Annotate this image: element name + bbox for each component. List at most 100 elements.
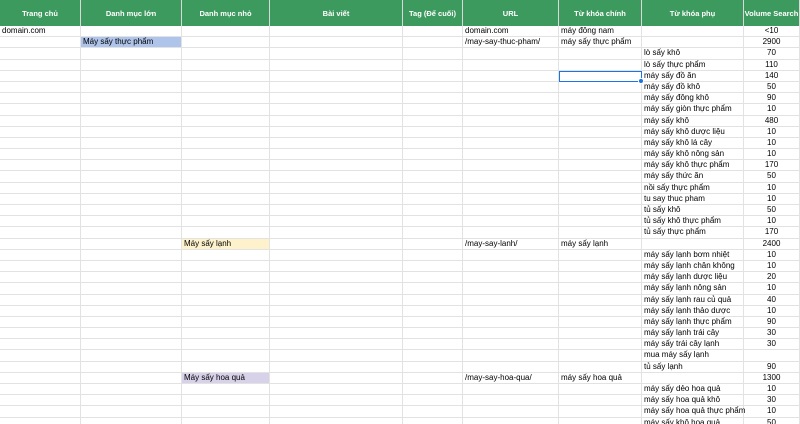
- cell-volume[interactable]: 30: [744, 339, 800, 351]
- cell-danh-muc-nho[interactable]: [182, 350, 270, 362]
- header-bai-viet[interactable]: Bài viết: [270, 0, 403, 26]
- cell-danh-muc-nho[interactable]: [182, 294, 270, 306]
- cell-volume[interactable]: 30: [744, 395, 800, 407]
- cell-bai-viet[interactable]: [270, 316, 403, 329]
- cell-danh-muc-lon[interactable]: [81, 26, 182, 38]
- cell-danh-muc-nho[interactable]: Máy sấy hoa quả: [182, 372, 270, 384]
- cell-danh-muc-nho[interactable]: [182, 305, 270, 317]
- cell-url[interactable]: [463, 171, 559, 183]
- cell-trang-chu[interactable]: [0, 372, 81, 384]
- cell-tu-khoa-chinh[interactable]: [559, 193, 642, 205]
- cell-url[interactable]: [463, 59, 559, 71]
- cell-volume[interactable]: 90: [744, 93, 800, 105]
- cell-danh-muc-lon[interactable]: [81, 93, 182, 105]
- cell-volume[interactable]: 10: [744, 104, 800, 116]
- cell-tu-khoa-phu[interactable]: [642, 238, 744, 250]
- cell-danh-muc-nho[interactable]: [182, 70, 270, 82]
- cell-volume[interactable]: 50: [744, 171, 800, 183]
- cell-danh-muc-lon[interactable]: [81, 104, 182, 116]
- cell-tu-khoa-phu[interactable]: máy sấy thức ăn: [642, 171, 744, 183]
- cell-bai-viet[interactable]: [270, 205, 403, 217]
- cell-volume[interactable]: 10: [744, 384, 800, 396]
- cell-tu-khoa-phu[interactable]: [642, 26, 744, 38]
- cell-volume[interactable]: 10: [744, 216, 800, 228]
- header-trang-chu[interactable]: Trang chủ: [0, 0, 81, 26]
- cell-url[interactable]: [463, 249, 559, 261]
- cell-danh-muc-nho[interactable]: [182, 316, 270, 329]
- cell-tu-khoa-phu[interactable]: tu say thuc pham: [642, 193, 744, 205]
- header-url[interactable]: URL: [463, 0, 559, 26]
- cell-bai-viet[interactable]: [270, 395, 403, 407]
- header-volume-search[interactable]: Volume Search: [744, 0, 800, 26]
- cell-tu-khoa-chinh[interactable]: [559, 216, 642, 228]
- cell-tu-khoa-phu[interactable]: máy sấy lạnh chân không: [642, 260, 744, 273]
- cell-danh-muc-nho[interactable]: [182, 395, 270, 407]
- cell-tag[interactable]: [403, 350, 463, 362]
- cell-bai-viet[interactable]: [270, 249, 403, 261]
- cell-trang-chu[interactable]: [0, 205, 81, 217]
- cell-danh-muc-lon[interactable]: [81, 328, 182, 340]
- cell-bai-viet[interactable]: [270, 149, 403, 161]
- cell-tu-khoa-chinh[interactable]: [559, 384, 642, 396]
- cell-tu-khoa-phu[interactable]: máy sấy đồ ăn: [642, 70, 744, 82]
- cell-tu-khoa-phu[interactable]: máy sấy lạnh nông sản: [642, 283, 744, 295]
- cell-bai-viet[interactable]: [270, 115, 403, 127]
- cell-trang-chu[interactable]: [0, 350, 81, 362]
- cell-volume[interactable]: 10: [744, 149, 800, 161]
- cell-tu-khoa-chinh[interactable]: [559, 59, 642, 71]
- cell-tag[interactable]: [403, 339, 463, 351]
- cell-tag[interactable]: [403, 372, 463, 384]
- cell-url[interactable]: [463, 283, 559, 295]
- cell-bai-viet[interactable]: [270, 171, 403, 183]
- cell-tu-khoa-chinh[interactable]: [559, 305, 642, 317]
- cell-tag[interactable]: [403, 294, 463, 306]
- cell-tu-khoa-chinh[interactable]: [559, 93, 642, 105]
- cell-danh-muc-nho[interactable]: [182, 260, 270, 273]
- cell-trang-chu[interactable]: [0, 216, 81, 228]
- cell-tu-khoa-chinh[interactable]: [559, 149, 642, 161]
- cell-trang-chu[interactable]: [0, 406, 81, 418]
- cell-tu-khoa-chinh[interactable]: [559, 316, 642, 329]
- cell-volume[interactable]: 2900: [744, 37, 800, 49]
- cell-url[interactable]: [463, 227, 559, 239]
- cell-trang-chu[interactable]: domain.com: [0, 26, 81, 38]
- cell-bai-viet[interactable]: [270, 216, 403, 228]
- cell-danh-muc-lon[interactable]: [81, 316, 182, 329]
- cell-tu-khoa-chinh[interactable]: [559, 328, 642, 340]
- cell-trang-chu[interactable]: [0, 249, 81, 261]
- cell-volume[interactable]: 70: [744, 48, 800, 60]
- cell-danh-muc-nho[interactable]: [182, 205, 270, 217]
- cell-bai-viet[interactable]: [270, 294, 403, 306]
- cell-tag[interactable]: [403, 272, 463, 284]
- cell-danh-muc-nho[interactable]: [182, 227, 270, 239]
- cell-url[interactable]: [463, 272, 559, 284]
- cell-tu-khoa-phu[interactable]: máy sấy lạnh bơm nhiệt: [642, 249, 744, 261]
- cell-bai-viet[interactable]: [270, 417, 403, 424]
- cell-tu-khoa-phu[interactable]: máy sấy khô nông sản: [642, 149, 744, 161]
- cell-bai-viet[interactable]: [270, 26, 403, 38]
- cell-tu-khoa-phu[interactable]: tủ sấy khô thực phẩm: [642, 216, 744, 228]
- cell-danh-muc-lon[interactable]: [81, 216, 182, 228]
- cell-tag[interactable]: [403, 384, 463, 396]
- cell-volume[interactable]: 10: [744, 283, 800, 295]
- cell-volume[interactable]: 2400: [744, 238, 800, 250]
- cell-trang-chu[interactable]: [0, 384, 81, 396]
- cell-tu-khoa-phu[interactable]: máy sấy lạnh dược liệu: [642, 272, 744, 284]
- cell-tag[interactable]: [403, 249, 463, 261]
- cell-url[interactable]: [463, 395, 559, 407]
- cell-danh-muc-nho[interactable]: [182, 216, 270, 228]
- cell-trang-chu[interactable]: [0, 238, 81, 250]
- cell-danh-muc-nho[interactable]: [182, 126, 270, 138]
- cell-tu-khoa-chinh[interactable]: [559, 205, 642, 217]
- header-danh-muc-lon[interactable]: Danh mục lớn: [81, 0, 182, 26]
- cell-danh-muc-lon[interactable]: [81, 137, 182, 150]
- cell-danh-muc-nho[interactable]: [182, 384, 270, 396]
- cell-bai-viet[interactable]: [270, 328, 403, 340]
- cell-tag[interactable]: [403, 171, 463, 183]
- cell-tu-khoa-phu[interactable]: máy sấy khô dược liệu: [642, 126, 744, 138]
- cell-volume[interactable]: 10: [744, 193, 800, 205]
- cell-trang-chu[interactable]: [0, 160, 81, 172]
- cell-tag[interactable]: [403, 361, 463, 373]
- cell-trang-chu[interactable]: [0, 149, 81, 161]
- cell-volume[interactable]: 10: [744, 182, 800, 194]
